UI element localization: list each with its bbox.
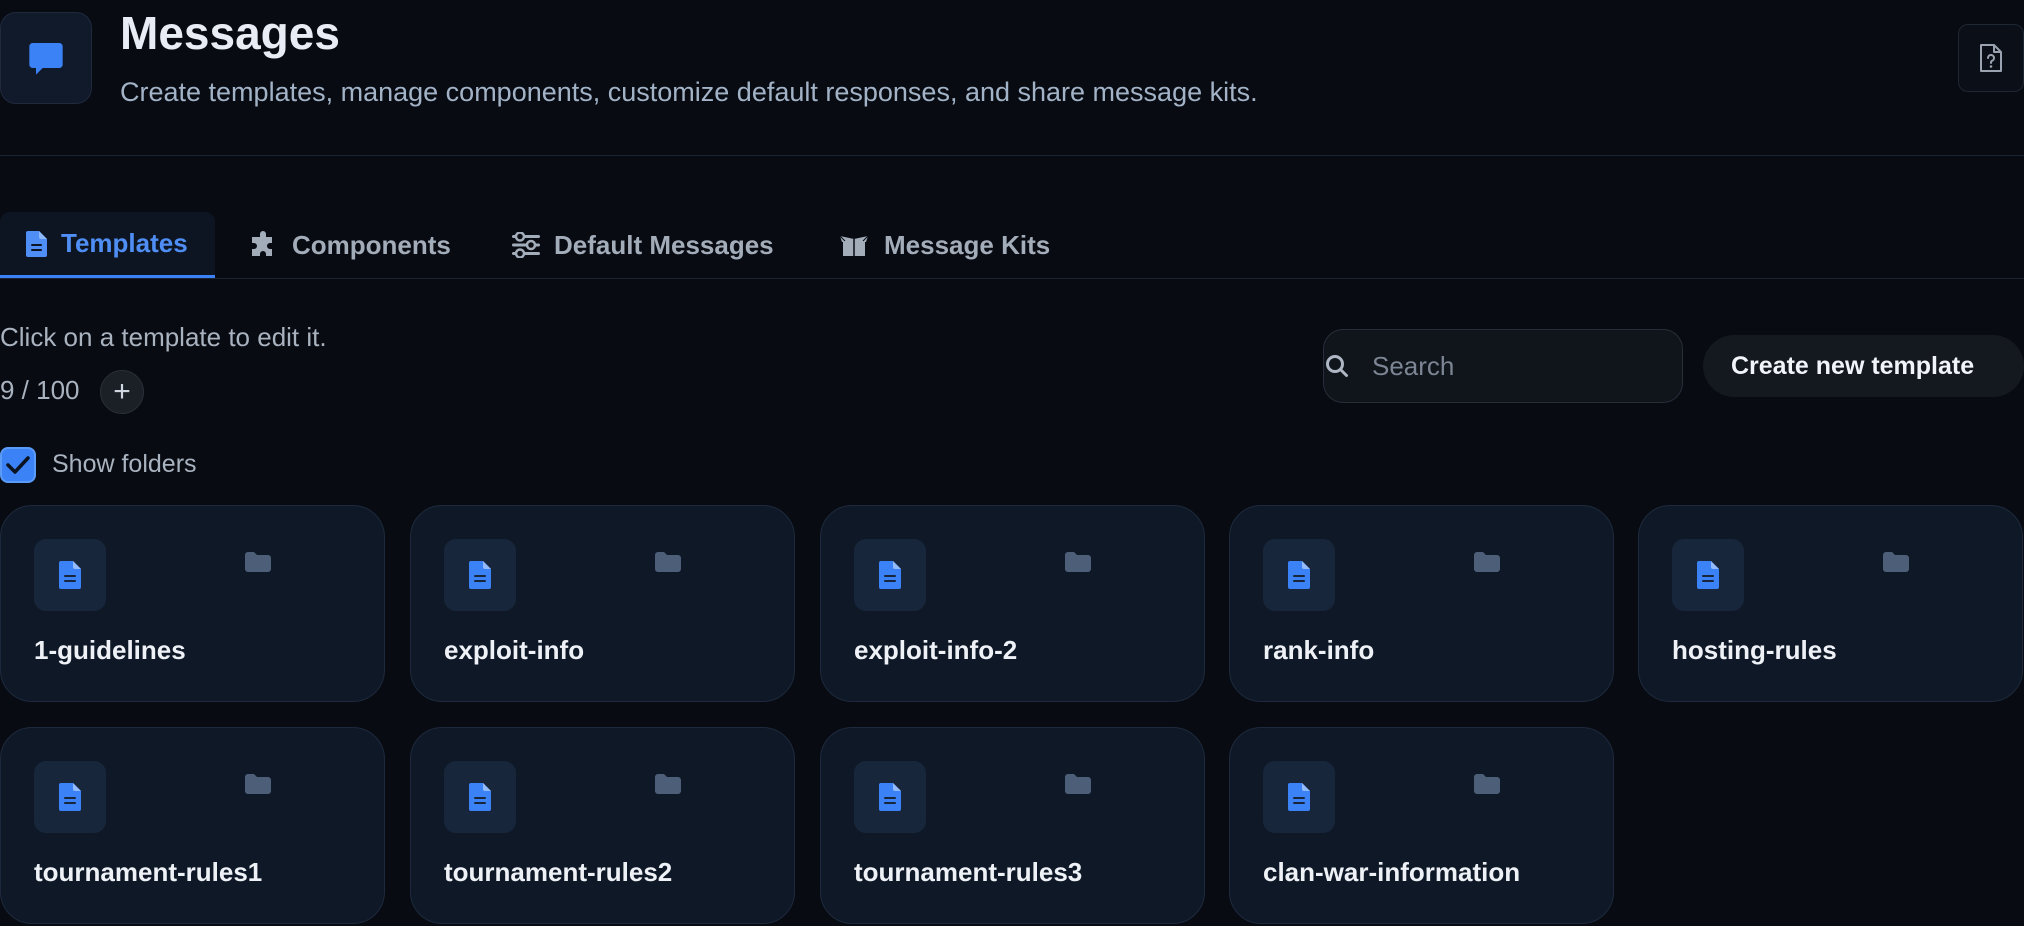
template-name: rank-info: [1263, 635, 1375, 665]
search-box: [1323, 329, 1709, 403]
template-card[interactable]: clan-war-information: [1229, 727, 1614, 924]
file-icon: [59, 561, 81, 589]
file-icon: [1288, 783, 1310, 811]
template-card[interactable]: hosting-rules: [1638, 505, 2023, 702]
template-name: hosting-rules: [1672, 635, 1837, 665]
template-file-badge: [444, 539, 516, 611]
create-template-button[interactable]: Create new template: [1703, 335, 2024, 397]
template-name: clan-war-information: [1263, 857, 1521, 887]
template-file-badge: [444, 761, 516, 833]
template-card[interactable]: tournament-rules2: [410, 727, 795, 924]
file-icon: [59, 783, 81, 811]
tab-templates-label: Templates: [61, 228, 188, 258]
template-name: exploit-info-2: [854, 635, 1018, 665]
file-question-icon: [1978, 43, 2004, 73]
checkmark-icon: [6, 455, 30, 475]
template-card[interactable]: tournament-rules3: [820, 727, 1205, 924]
help-button[interactable]: [1958, 24, 2024, 92]
template-name: exploit-info: [444, 635, 585, 665]
folder-icon[interactable]: [245, 552, 271, 572]
file-icon: [1697, 561, 1719, 589]
add-template-button[interactable]: +: [100, 370, 144, 414]
page-title: Messages: [120, 7, 340, 59]
search-icon: [1324, 353, 1350, 379]
folder-icon[interactable]: [1065, 552, 1091, 572]
template-card[interactable]: tournament-rules1: [0, 727, 385, 924]
file-icon: [26, 230, 47, 257]
tab-message-kits[interactable]: Message Kits: [838, 212, 1050, 278]
tab-components-label: Components: [292, 229, 451, 260]
template-file-badge: [1263, 539, 1335, 611]
puzzle-icon: [250, 231, 278, 259]
template-file-badge: [34, 761, 106, 833]
file-icon: [469, 561, 491, 589]
template-card[interactable]: 1-guidelines: [0, 505, 385, 702]
edit-hint: Click on a template to edit it.: [0, 322, 327, 352]
folder-icon[interactable]: [1883, 552, 1909, 572]
folder-icon[interactable]: [655, 552, 681, 572]
folder-icon[interactable]: [1065, 774, 1091, 794]
template-name: tournament-rules2: [444, 857, 673, 887]
file-icon: [879, 561, 901, 589]
template-file-badge: [854, 761, 926, 833]
folder-icon[interactable]: [245, 774, 271, 794]
template-count: 9 / 100: [0, 375, 80, 405]
tab-message-kits-label: Message Kits: [884, 229, 1051, 260]
folder-icon[interactable]: [655, 774, 681, 794]
page-header: Messages Create templates, manage compon…: [0, 0, 2024, 156]
template-card[interactable]: rank-info: [1229, 505, 1614, 702]
messages-logo: [0, 12, 92, 104]
file-icon: [469, 783, 491, 811]
template-card[interactable]: exploit-info: [410, 505, 795, 702]
template-card[interactable]: exploit-info-2: [820, 505, 1205, 702]
template-file-badge: [1263, 761, 1335, 833]
search-input[interactable]: [1350, 331, 1709, 401]
chat-bubble-icon: [26, 38, 66, 78]
file-icon: [879, 783, 901, 811]
template-file-badge: [854, 539, 926, 611]
tab-bar: Templates Components Default Messages Me…: [0, 212, 2024, 279]
folder-icon[interactable]: [1474, 552, 1500, 572]
template-name: tournament-rules3: [854, 857, 1083, 887]
tab-default-messages[interactable]: Default Messages: [512, 212, 774, 278]
template-name: 1-guidelines: [34, 635, 186, 665]
show-folders-label: Show folders: [52, 450, 197, 478]
tab-default-messages-label: Default Messages: [554, 229, 774, 260]
page-subtitle: Create templates, manage components, cus…: [120, 77, 1258, 107]
show-folders-checkbox[interactable]: [0, 447, 36, 483]
box-open-icon: [838, 232, 870, 258]
tab-components[interactable]: Components: [250, 212, 451, 278]
folder-icon[interactable]: [1474, 774, 1500, 794]
template-name: tournament-rules1: [34, 857, 263, 887]
file-icon: [1288, 561, 1310, 589]
template-file-badge: [1672, 539, 1744, 611]
template-file-badge: [34, 539, 106, 611]
sliders-icon: [512, 232, 540, 258]
tab-templates[interactable]: Templates: [0, 212, 215, 278]
